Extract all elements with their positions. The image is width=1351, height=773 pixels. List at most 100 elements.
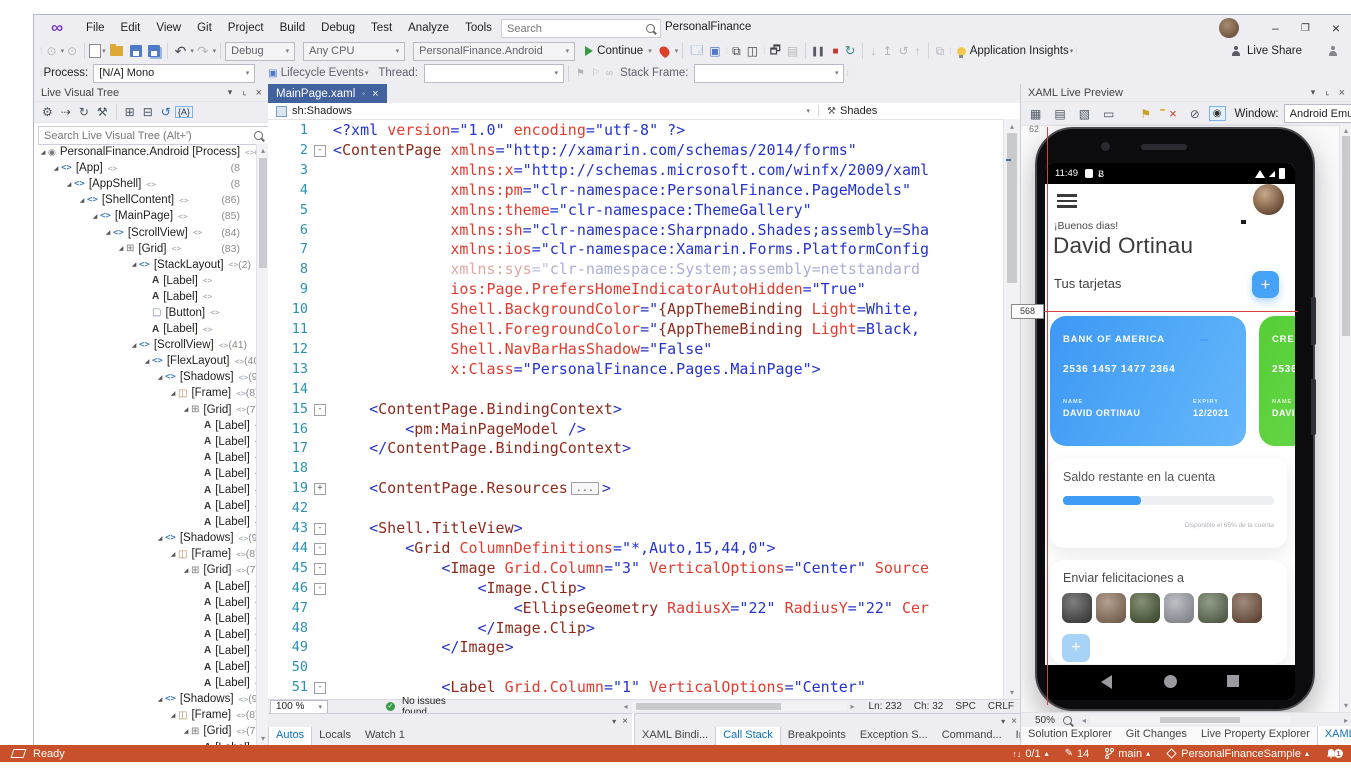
new-file-icon[interactable] [89, 44, 101, 58]
expander-icon[interactable]: ◢ [155, 535, 165, 542]
pause-icon[interactable]: ▌▌ [813, 47, 826, 56]
tab-git-changes[interactable]: Git Changes [1119, 726, 1194, 745]
issues-status[interactable]: ✓ [386, 702, 398, 711]
friend-avatar[interactable] [1164, 593, 1194, 623]
tree-row[interactable]: A[Label]<> [34, 498, 257, 514]
clear-guides-icon[interactable]: × [1169, 106, 1177, 121]
friend-avatar[interactable] [1232, 593, 1262, 623]
friend-avatar[interactable] [1198, 593, 1228, 623]
tree-row[interactable]: ◢◫[Frame]<>(8) [34, 385, 257, 401]
view-xaml-icon[interactable]: <> [193, 228, 203, 237]
editor-zoom-select[interactable]: 100 %▾ [270, 700, 328, 714]
scroll-down-icon[interactable]: ▾ [1340, 701, 1351, 710]
feedback-icon[interactable] [1328, 46, 1338, 56]
tree-row[interactable]: A[Label]<> [34, 595, 257, 611]
view-xaml-icon[interactable]: <> [239, 373, 249, 382]
view-xaml-icon[interactable]: <> [146, 180, 156, 189]
tree-row[interactable]: A[Label]<> [34, 434, 257, 450]
view-xaml-icon[interactable]: <> [210, 308, 220, 317]
tree-row[interactable]: ◢<>[App]<>(8 [34, 160, 257, 176]
application-insights-button[interactable]: Application Insights [970, 45, 1069, 57]
expander-icon[interactable]: ◢ [129, 261, 139, 268]
view-xaml-icon[interactable]: <> [178, 212, 188, 221]
menu-analyze[interactable]: Analyze [400, 16, 457, 40]
tree-row[interactable]: ◢◫[Frame]<>(8) [34, 546, 257, 562]
startup-project-select[interactable]: PersonalFinance.Android▾ [413, 42, 575, 61]
stack-frame-select[interactable]: ▾ [694, 64, 844, 83]
show-threads-icon[interactable]: ⚐ [591, 68, 600, 79]
reset-icon[interactable]: ↺ [161, 105, 171, 119]
tree-row[interactable]: A[Label]<> [34, 659, 257, 675]
minimize-button[interactable]: – [1272, 21, 1279, 35]
tree-search-input[interactable]: Search Live Visual Tree (Alt+') [38, 126, 269, 145]
element-flag-icon[interactable]: ⚑ [1140, 107, 1151, 121]
tree-row[interactable]: ◢<>[Shadows]<>(9) [34, 691, 257, 707]
view-xaml-icon[interactable]: <> [236, 389, 246, 398]
tree-row[interactable]: A[Label]<> [34, 643, 257, 659]
branch-status[interactable]: main ▴ [1105, 748, 1150, 760]
step-into-icon[interactable]: ↓ [870, 44, 876, 58]
panel-menu-icon[interactable]: ▾ [612, 717, 616, 726]
collapsed-region[interactable]: ... [571, 482, 599, 495]
diagnostics-icon[interactable]: ⧉ [936, 44, 945, 59]
expander-icon[interactable]: ◢ [168, 551, 178, 558]
expander-icon[interactable]: ◢ [77, 197, 87, 204]
tree-row[interactable]: A[Label]<> [34, 611, 257, 627]
zoom-icon[interactable] [1063, 716, 1072, 725]
expander-icon[interactable]: ◢ [181, 728, 191, 735]
tree-row[interactable]: ◢⊞[Grid]<>(83) [34, 241, 257, 257]
view-xaml-icon[interactable]: <> [203, 276, 213, 285]
desktop-window-icon[interactable]: 🗗 [770, 41, 781, 62]
view-xaml-icon[interactable]: <> [172, 244, 182, 253]
fold-toggle[interactable]: - [314, 682, 326, 694]
collapse-all-icon[interactable]: ⊟ [143, 105, 153, 119]
menu-debug[interactable]: Debug [313, 16, 363, 40]
tree-row[interactable]: ◢<>[FlexLayout]<>(40) [34, 353, 257, 369]
menu-tools[interactable]: Tools [457, 16, 500, 40]
panel-close-icon[interactable]: × [256, 87, 262, 99]
restore-button[interactable]: ❐ [1301, 23, 1310, 34]
save-icon[interactable] [130, 45, 142, 57]
tree-row[interactable]: A[Label]<> [34, 466, 257, 482]
view-xaml-icon[interactable]: <> [239, 534, 249, 543]
tree-row[interactable]: ◢<>[ScrollView]<>(84) [34, 224, 257, 240]
sync-status[interactable]: ↑↓ 0/1 ▴ [1012, 748, 1048, 760]
hamburger-menu-icon[interactable] [1057, 194, 1077, 208]
wrench-icon[interactable]: ⚒ [97, 105, 108, 119]
hot-reload-icon[interactable] [657, 44, 671, 58]
tab-xaml-bindi[interactable]: XAML Bindi... [635, 727, 715, 746]
save-all-icon[interactable] [148, 45, 160, 57]
menu-git[interactable]: Git [189, 16, 220, 40]
redo-icon[interactable]: ↷ [197, 43, 209, 60]
tab-autos[interactable]: Autos [268, 727, 312, 747]
notifications-button[interactable]: 1 [1325, 748, 1337, 760]
expand-all-icon[interactable]: ⊞ [125, 105, 135, 119]
editor-vertical-scrollbar[interactable]: ▴ ▾ [1003, 119, 1020, 700]
panel-pin-icon[interactable]: ⌐ [1322, 90, 1332, 95]
view-xaml-icon[interactable]: <> [203, 292, 213, 301]
tab-breakpoints[interactable]: Breakpoints [781, 727, 853, 746]
menu-project[interactable]: Project [220, 16, 272, 40]
view-xaml-icon[interactable]: <> [219, 341, 229, 350]
scroll-up-icon[interactable]: ▴ [1004, 119, 1020, 131]
fold-toggle[interactable]: - [314, 583, 326, 595]
tab-xaml-live-preview[interactable]: XAML Live Preview [1317, 726, 1351, 746]
tree-row[interactable]: ◢◫[Frame]<>(8) [34, 707, 257, 723]
tree-row[interactable]: ◢⊞[Grid]<>(7) [34, 562, 257, 578]
friend-avatar[interactable] [1062, 593, 1092, 623]
panel-menu-icon[interactable]: ▾ [1001, 717, 1005, 726]
tree-row[interactable]: ◢<>[ScrollView]<>(41) [34, 337, 257, 353]
panel-menu-icon[interactable]: ▾ [228, 87, 233, 98]
view-xaml-icon[interactable]: <> [237, 566, 247, 575]
expander-icon[interactable]: ◢ [168, 712, 178, 719]
bank-card-2[interactable]: CRED 2536 NAME DAVID [1259, 316, 1295, 446]
just-my-xaml-toggle[interactable]: {A} [175, 106, 193, 118]
expander-icon[interactable]: ◢ [155, 374, 165, 381]
tree-row[interactable]: ◢<>[StackLayout]<>(2) [34, 257, 257, 273]
profile-avatar[interactable] [1253, 184, 1284, 215]
fold-toggle[interactable]: + [314, 483, 326, 495]
home-button[interactable] [1164, 675, 1177, 688]
expander-icon[interactable]: ◢ [129, 342, 139, 349]
tree-row[interactable]: ◢⊞[Grid]<>(7) [34, 402, 257, 418]
element-bounds-icon[interactable]: ▤ [1054, 107, 1065, 121]
